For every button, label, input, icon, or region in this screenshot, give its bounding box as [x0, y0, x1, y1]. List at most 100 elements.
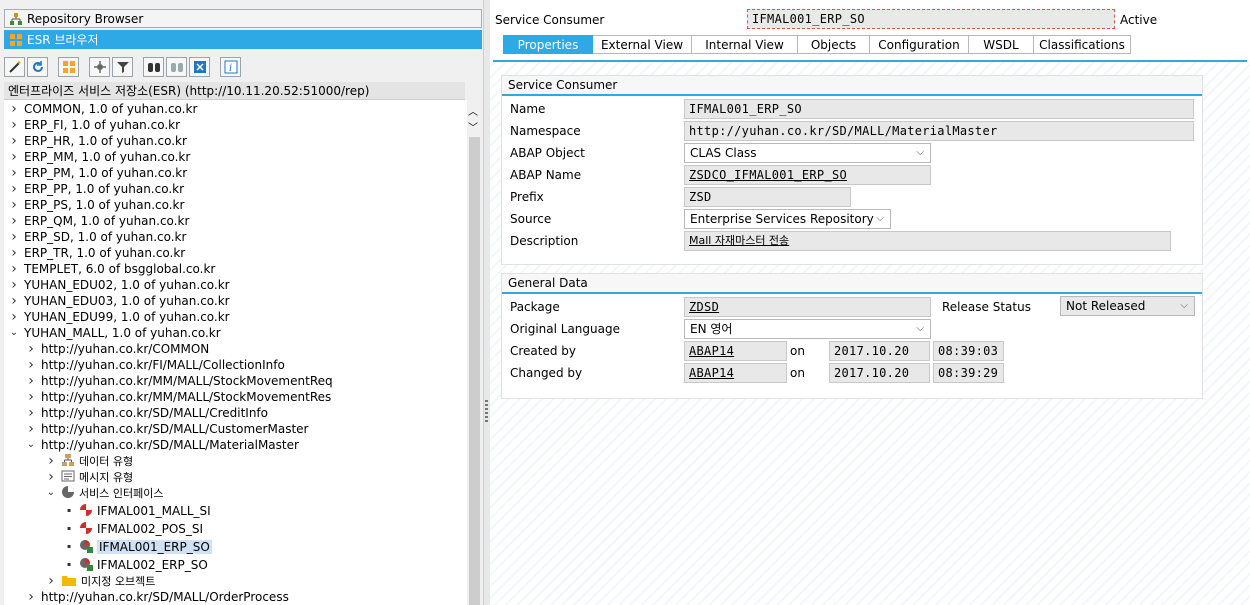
tree-node[interactable]: › ERP_PM, 1.0 of yuhan.co.kr [9, 165, 187, 181]
created-by-field[interactable]: ABAP14 [684, 341, 787, 361]
chevron-right-icon[interactable]: › [9, 230, 19, 244]
chevron-right-icon[interactable]: › [46, 470, 56, 484]
chevron-right-icon[interactable]: › [9, 134, 19, 148]
delete-icon[interactable] [189, 57, 210, 77]
hierarchy-icon[interactable] [58, 57, 79, 77]
filter-icon[interactable] [112, 57, 133, 77]
tree-node[interactable]: › ERP_QM, 1.0 of yuhan.co.kr [9, 213, 189, 229]
tree-node[interactable]: › ERP_TR, 1.0 of yuhan.co.kr [9, 245, 185, 261]
chevron-right-icon[interactable]: › [26, 358, 36, 372]
tree-node[interactable]: › http://yuhan.co.kr/SD/MALL/CreditInfo [26, 405, 268, 421]
chevron-right-icon[interactable]: › [9, 102, 19, 116]
editor-tabs: Properties External View Internal View Obje… [503, 35, 1131, 54]
tree-node[interactable]: › ERP_MM, 1.0 of yuhan.co.kr [9, 149, 190, 165]
binoculars-next-icon[interactable] [166, 57, 187, 77]
wand-icon[interactable] [4, 57, 25, 77]
refresh-icon[interactable] [27, 57, 48, 77]
chevron-right-icon[interactable]: › [26, 590, 36, 604]
tree-node[interactable]: › 메시지 유형 [46, 469, 133, 485]
panel-splitter[interactable] [483, 0, 490, 605]
chevron-right-icon[interactable]: › [26, 422, 36, 436]
tree-node[interactable]: › http://yuhan.co.kr/MM/MALL/StockMovemen… [26, 389, 331, 405]
abap-object-select[interactable]: CLAS Class ⌵ [684, 143, 931, 163]
tab-internal-view[interactable]: Internal View [692, 35, 798, 54]
changed-time-field[interactable]: 08:39:29 [933, 363, 1004, 383]
changed-date-field[interactable]: 2017.10.20 [829, 363, 930, 383]
chevron-right-icon[interactable]: › [9, 182, 19, 196]
tree-node[interactable]: ⌄ http://yuhan.co.kr/SD/MALL/MaterialMast… [26, 437, 299, 453]
settings-icon[interactable] [89, 57, 110, 77]
chevron-right-icon[interactable]: › [26, 390, 36, 404]
tree-node[interactable]: › COMMON, 1.0 of yuhan.co.kr [9, 101, 197, 117]
tree-node[interactable]: › TEMPLET, 6.0 of bsgglobal.co.kr [9, 261, 215, 277]
created-time-field[interactable]: 08:39:03 [933, 341, 1004, 361]
chevron-down-icon[interactable]: ⌄ [26, 440, 36, 450]
tree-node[interactable]: ▪ IFMAL002_POS_SI [64, 521, 203, 537]
chevron-right-icon[interactable]: › [9, 262, 19, 276]
tab-external-view[interactable]: External View [593, 35, 692, 54]
chevron-right-icon[interactable]: › [26, 406, 36, 420]
original-language-select[interactable]: EN 영어 ⌵ [684, 319, 931, 339]
chevron-right-icon[interactable]: › [9, 214, 19, 228]
tab-classifications[interactable]: Classifications [1034, 35, 1131, 54]
chevron-right-icon[interactable]: › [46, 574, 56, 588]
tree-node[interactable]: ⌄ YUHAN_MALL, 1.0 of yuhan.co.kr [9, 325, 221, 341]
chevron-right-icon[interactable]: › [9, 278, 19, 292]
chevron-right-icon[interactable]: › [9, 246, 19, 260]
tree-node[interactable]: › ERP_PS, 1.0 of yuhan.co.kr [9, 197, 184, 213]
tree-node[interactable]: › http://yuhan.co.kr/FI/MALL/CollectionIn… [26, 357, 285, 373]
esr-browser-button[interactable]: ESR 브라우저 [4, 30, 482, 49]
package-field[interactable]: ZDSD [684, 297, 931, 317]
tree-node[interactable]: › http://yuhan.co.kr/SD/MALL/CustomerMast… [26, 421, 308, 437]
tab-wsdl[interactable]: WSDL [969, 35, 1034, 54]
chevron-right-icon[interactable]: › [9, 310, 19, 324]
abap-name-field[interactable]: ZSDCO_IFMAL001_ERP_SO [684, 165, 931, 185]
binoculars-icon[interactable] [143, 57, 164, 77]
source-select[interactable]: Enterprise Services Repository ⌵ [684, 209, 891, 229]
object-name-field[interactable]: IFMAL001_ERP_SO [747, 9, 1115, 29]
tree-scroll-thumb[interactable] [469, 137, 480, 605]
tree-node[interactable]: › ERP_HR, 1.0 of yuhan.co.kr [9, 133, 187, 149]
chevron-right-icon[interactable]: › [26, 342, 36, 356]
name-field[interactable]: IFMAL001_ERP_SO [684, 99, 1194, 119]
tree-node[interactable]: › http://yuhan.co.kr/COMMON [26, 341, 209, 357]
chevron-down-icon[interactable]: ⌄ [9, 328, 19, 338]
tree-node[interactable]: ▪ IFMAL001_ERP_SO [64, 539, 212, 555]
tree-node[interactable]: › ERP_SD, 1.0 of yuhan.co.kr [9, 229, 186, 245]
description-field[interactable]: Mall 자재마스터 전송 [684, 231, 1171, 251]
tree-node-label: COMMON, 1.0 of yuhan.co.kr [24, 102, 198, 116]
chevron-down-icon[interactable]: ⌄ [46, 488, 56, 498]
scroll-up-icon[interactable]: ︿ [468, 103, 478, 118]
tree-folder[interactable]: › 미지정 오브젝트 [46, 573, 155, 589]
chevron-right-icon[interactable]: › [9, 118, 19, 132]
source-label: Source [510, 212, 552, 226]
tree-node[interactable]: › ERP_PP, 1.0 of yuhan.co.kr [9, 181, 184, 197]
tree-node[interactable]: ▪ IFMAL002_ERP_SO [64, 557, 208, 573]
tree-node[interactable]: › http://yuhan.co.kr/MM/MALL/StockMovemen… [26, 373, 332, 389]
tree-node[interactable]: › ERP_FI, 1.0 of yuhan.co.kr [9, 117, 180, 133]
info-icon[interactable]: i [220, 57, 241, 77]
chevron-right-icon[interactable]: › [46, 454, 56, 468]
tree-node[interactable]: › YUHAN_EDU03, 1.0 of yuhan.co.kr [9, 293, 229, 309]
scroll-down-icon[interactable]: ﹀ [468, 119, 478, 134]
chevron-right-icon[interactable]: › [9, 294, 19, 308]
chevron-right-icon[interactable]: › [26, 374, 36, 388]
chevron-right-icon[interactable]: › [9, 198, 19, 212]
tab-configuration[interactable]: Configuration [870, 35, 969, 54]
tree-node[interactable]: › YUHAN_EDU02, 1.0 of yuhan.co.kr [9, 277, 229, 293]
repository-browser-button[interactable]: Repository Browser [4, 9, 482, 28]
namespace-field[interactable]: http://yuhan.co.kr/SD/MALL/MaterialMaste… [684, 121, 1194, 141]
prefix-field[interactable]: ZSD [684, 187, 851, 207]
tab-objects[interactable]: Objects [798, 35, 870, 54]
tree-node[interactable]: › http://yuhan.co.kr/SD/MALL/OrderProcess [26, 589, 289, 605]
created-date-field[interactable]: 2017.10.20 [829, 341, 930, 361]
chevron-right-icon[interactable]: › [9, 150, 19, 164]
tree-node[interactable]: › 데이터 유형 [46, 453, 133, 469]
tree-node[interactable]: › YUHAN_EDU99, 1.0 of yuhan.co.kr [9, 309, 229, 325]
release-status-select[interactable]: Not Released ⌵ [1060, 296, 1195, 316]
tree-node[interactable]: ⌄ 서비스 인터페이스 [46, 485, 163, 501]
chevron-right-icon[interactable]: › [9, 166, 19, 180]
tab-properties[interactable]: Properties [503, 35, 593, 54]
tree-node[interactable]: ▪ IFMAL001_MALL_SI [64, 503, 211, 519]
changed-by-field[interactable]: ABAP14 [684, 363, 787, 383]
